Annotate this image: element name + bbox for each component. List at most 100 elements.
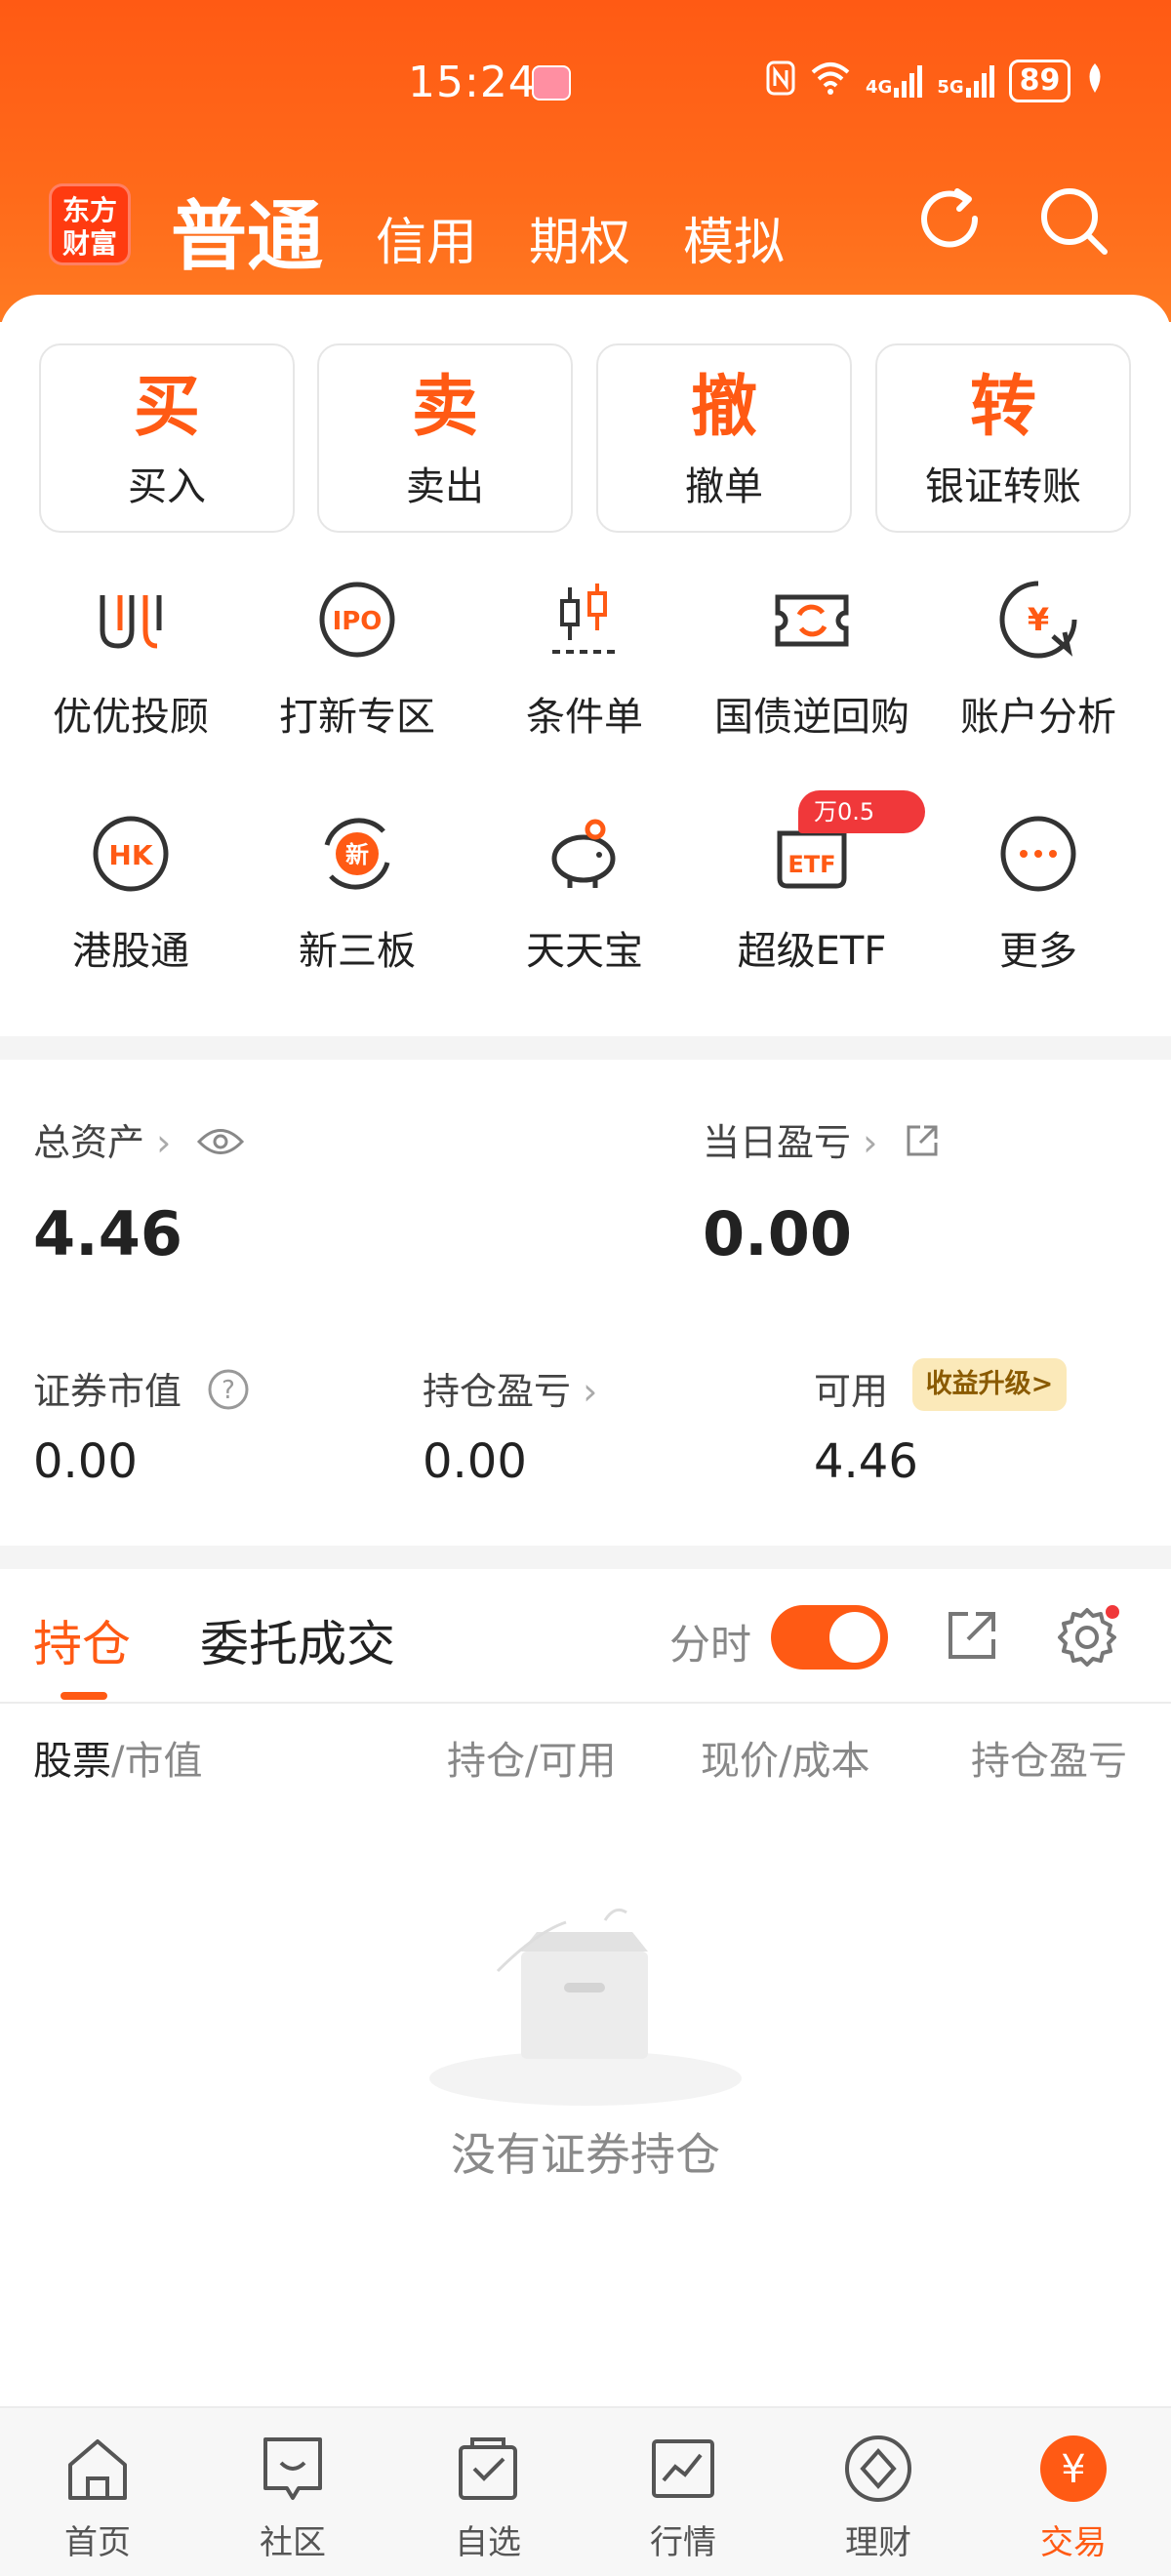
sell-button[interactable]: 卖 卖出 [317, 343, 573, 533]
community-icon [256, 2432, 330, 2506]
wifi-icon [809, 60, 852, 101]
nfc-icon [766, 60, 795, 101]
gear-icon [1058, 1605, 1119, 1667]
grid-item-new-third-board[interactable]: 新 新三板 [244, 810, 470, 1005]
tab-credit[interactable]: 信用 [376, 201, 477, 274]
intraday-toggle[interactable] [771, 1605, 888, 1670]
grid-item-ipo-zone[interactable]: IPO 打新专区 [244, 576, 470, 771]
buy-button[interactable]: 买 买入 [39, 343, 295, 533]
svg-text:新: 新 [345, 841, 369, 868]
chevron-right-icon: › [863, 1121, 878, 1164]
tab-simulation[interactable]: 模拟 [683, 201, 785, 274]
svg-text:HK: HK [108, 839, 153, 871]
grid-item-more[interactable]: 更多 [925, 810, 1151, 1005]
search-icon [1041, 188, 1108, 255]
grid-item-account-analysis[interactable]: ¥ 账户分析 [925, 576, 1151, 771]
uu-advisor-icon [87, 576, 175, 664]
daily-pl-label[interactable]: 当日盈亏 › [703, 1112, 942, 1169]
help-icon[interactable]: ? [207, 1368, 250, 1420]
total-assets-label[interactable]: 总资产 › [33, 1112, 245, 1167]
active-tab-indicator [61, 1692, 107, 1700]
svg-text:IPO: IPO [333, 607, 383, 636]
tab-normal[interactable]: 普通 [171, 176, 323, 285]
svg-text:¥: ¥ [1061, 2447, 1085, 2492]
daily-pl-value: 0.00 [703, 1198, 852, 1269]
refresh-icon [921, 188, 979, 248]
grid-item-uu-advisor[interactable]: 优优投顾 [18, 576, 244, 771]
yield-upgrade-badge[interactable]: 收益升级> [912, 1358, 1067, 1411]
piggy-bank-icon [541, 810, 628, 898]
grid-item-tiantianbao[interactable]: 天天宝 [471, 810, 698, 1005]
nav-community[interactable]: 社区 [195, 2432, 390, 2563]
tabs-divider-line [0, 1702, 1171, 1704]
toggle-knob [829, 1612, 880, 1663]
nav-home[interactable]: 首页 [0, 2432, 195, 2563]
position-pl-value: 0.00 [423, 1434, 527, 1489]
securities-market-value: 0.00 [33, 1434, 138, 1489]
grid-item-reverse-repo[interactable]: 国债逆回购 [699, 576, 925, 771]
more-icon [994, 810, 1082, 898]
bank-transfer-button[interactable]: 转 银证转账 [875, 343, 1131, 533]
nav-watchlist[interactable]: 自选 [390, 2432, 586, 2563]
status-bar: 15:24 4G 5G 89 [0, 54, 1171, 112]
column-header-pl: 持仓盈亏 [971, 1739, 1127, 1784]
position-pl-label[interactable]: 持仓盈亏 › [423, 1361, 597, 1415]
repo-ticket-icon [768, 576, 856, 664]
new-board-icon: 新 [313, 810, 401, 898]
empty-box-illustration [420, 1893, 751, 2112]
tab-orders-trades[interactable]: 委托成交 [200, 1605, 395, 1675]
section-divider [0, 1546, 1171, 1569]
quick-actions-card: 买 买入 卖 卖出 撤 撤单 转 银证转账 优优投顾 IPO 打新专区 条件单 … [0, 295, 1171, 1036]
grid-item-hk-connect[interactable]: HK 港股通 [18, 810, 244, 1005]
svg-text:¥: ¥ [1028, 601, 1049, 638]
chevron-right-icon: › [156, 1121, 172, 1164]
signal-5g-icon: 5G [937, 64, 994, 98]
available-value: 4.46 [814, 1434, 918, 1489]
market-chart-icon [646, 2432, 720, 2506]
status-clock: 15:24 [408, 58, 537, 107]
total-assets-value: 4.46 [33, 1198, 182, 1269]
grid-item-super-etf[interactable]: ETF 超级ETF [699, 810, 925, 1005]
app-logo: 东方 财富 [49, 183, 131, 265]
leaf-icon [1084, 61, 1106, 101]
finance-diamond-icon [841, 2432, 915, 2506]
search-button[interactable] [1034, 181, 1112, 260]
home-icon [61, 2432, 135, 2506]
share-button[interactable] [943, 1606, 1001, 1669]
app-header: 15:24 4G 5G 89 东方 财富 普通 信用 期权 模拟 [0, 0, 1171, 322]
hk-icon: HK [87, 810, 175, 898]
settings-button[interactable] [1056, 1604, 1120, 1672]
tab-options[interactable]: 期权 [529, 201, 630, 274]
nav-finance[interactable]: 理财 [781, 2432, 976, 2563]
notification-app-icon [532, 65, 571, 101]
svg-text:?: ? [222, 1376, 235, 1405]
column-header-price: 现价/成本 [701, 1739, 870, 1784]
cancel-order-button[interactable]: 撤 撤单 [596, 343, 852, 533]
external-link-icon [949, 1612, 995, 1659]
securities-market-value-label: 证券市值 ? [33, 1361, 250, 1420]
section-divider [0, 1036, 1171, 1060]
account-type-nav: 东方 财富 普通 信用 期权 模拟 [0, 176, 1171, 281]
trade-yen-icon: ¥ [1036, 2432, 1110, 2506]
refresh-button[interactable] [912, 181, 990, 260]
signal-4g-icon: 4G [866, 64, 923, 98]
eye-icon[interactable] [196, 1124, 245, 1167]
column-header-holding: 持仓/可用 [447, 1739, 617, 1784]
bottom-navigation: 首页 社区 自选 行情 理财 ¥ 交易 [0, 2406, 1171, 2576]
empty-holdings-message: 没有证券持仓 [451, 2128, 720, 2181]
status-icons: 4G 5G 89 [766, 60, 1106, 102]
grid-item-conditional-order[interactable]: 条件单 [471, 576, 698, 771]
external-link-icon[interactable] [903, 1121, 942, 1169]
watchlist-icon [451, 2432, 525, 2506]
account-analysis-icon: ¥ [994, 576, 1082, 664]
nav-trade[interactable]: ¥ 交易 [976, 2432, 1171, 2563]
etf-promo-badge: 万0.5 [798, 790, 925, 833]
chevron-right-icon: › [583, 1370, 598, 1413]
intraday-toggle-label: 分时 [669, 1621, 752, 1669]
tab-holdings[interactable]: 持仓 [33, 1605, 131, 1675]
nav-market[interactable]: 行情 [586, 2432, 781, 2563]
available-label: 可用 [814, 1370, 889, 1413]
candlestick-icon [541, 576, 628, 664]
ipo-icon: IPO [313, 576, 401, 664]
battery-indicator: 89 [1008, 60, 1071, 102]
